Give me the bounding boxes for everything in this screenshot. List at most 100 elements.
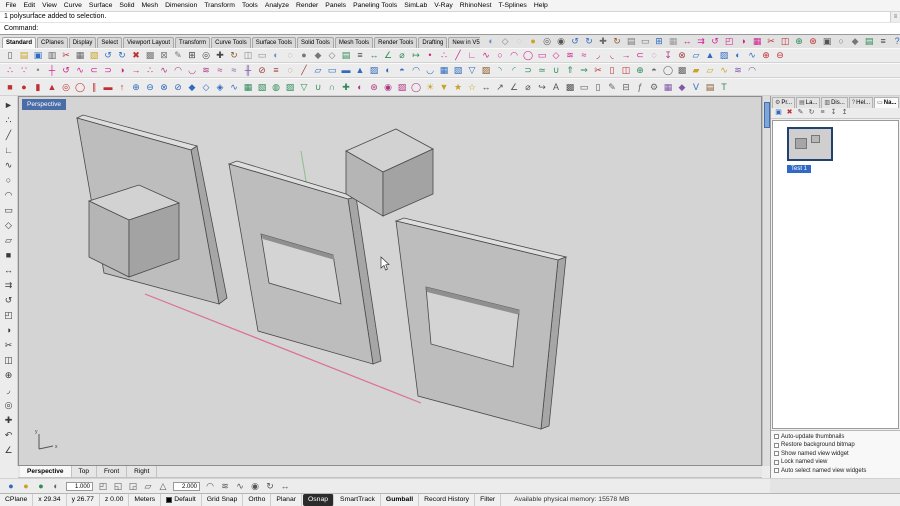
- named-view-icon[interactable]: ▭: [638, 35, 652, 48]
- network-surface-icon[interactable]: ▦: [437, 64, 451, 77]
- status-gumball[interactable]: Gumball: [381, 494, 420, 506]
- isocurve-icon[interactable]: ╫: [241, 64, 255, 77]
- select-points-icon[interactable]: ∴: [1, 113, 16, 128]
- wirecut-icon[interactable]: ∿: [227, 81, 241, 94]
- menu-file[interactable]: File: [2, 0, 20, 12]
- move-icon[interactable]: ↔: [680, 35, 694, 48]
- curve-from-object-icon[interactable]: ◌: [647, 49, 661, 62]
- sun-icon[interactable]: ☀: [423, 81, 437, 94]
- named-views-icon[interactable]: ▭: [255, 49, 269, 62]
- save-view-icon[interactable]: ▣: [773, 108, 784, 118]
- rendered-view-icon[interactable]: ●: [526, 35, 540, 48]
- join-tool-icon[interactable]: ⊕: [1, 368, 16, 383]
- spiral-icon[interactable]: ≋: [199, 64, 213, 77]
- skylight-icon[interactable]: ☆: [465, 81, 479, 94]
- circle-tool-icon[interactable]: ○: [1, 173, 16, 188]
- explode-icon[interactable]: ⊛: [806, 35, 820, 48]
- texture-icon[interactable]: ▨: [395, 81, 409, 94]
- option-restore-background-bitmap[interactable]: Restore background bitmap: [774, 441, 897, 450]
- simlab-icon[interactable]: ◆: [675, 81, 689, 94]
- point-light-icon[interactable]: ★: [451, 81, 465, 94]
- history-lock-icon[interactable]: ●: [19, 480, 33, 493]
- revolve-surface-icon[interactable]: ◐: [381, 64, 395, 77]
- shear-icon[interactable]: ▱: [141, 480, 155, 493]
- toolbar-tab-drafting[interactable]: Drafting: [418, 37, 448, 48]
- rotate-camera-icon[interactable]: ↻: [227, 49, 241, 62]
- chamfer-surface-icon[interactable]: ◜: [507, 64, 521, 77]
- trim-surface-icon[interactable]: ✂: [591, 64, 605, 77]
- toolbar-tab-display[interactable]: Display: [68, 37, 97, 48]
- cylinder-icon[interactable]: ▮: [31, 81, 45, 94]
- zoom-tool-icon[interactable]: ◎: [1, 398, 16, 413]
- extend-surface-icon[interactable]: ⇒: [577, 64, 591, 77]
- menu-tools[interactable]: Tools: [238, 0, 261, 12]
- mesh-box-icon[interactable]: ▧: [255, 81, 269, 94]
- blend-surface-icon[interactable]: ⊃: [521, 64, 535, 77]
- fillet-edge-icon[interactable]: ◆: [185, 81, 199, 94]
- radius-icon[interactable]: ⌀: [395, 49, 409, 62]
- points-grid-icon[interactable]: ∴: [437, 49, 451, 62]
- panel-tab-hel[interactable]: ? Hel...: [848, 97, 874, 108]
- script-icon[interactable]: ƒ: [633, 81, 647, 94]
- polygon-icon[interactable]: ◇: [549, 49, 563, 62]
- smash-icon[interactable]: ▱: [703, 64, 717, 77]
- toolbar-tab-select[interactable]: Select: [97, 37, 123, 48]
- undo-icon[interactable]: ↺: [101, 49, 115, 62]
- set-view-icon[interactable]: ▤: [624, 35, 638, 48]
- text-icon[interactable]: A: [549, 81, 563, 94]
- record-history-icon[interactable]: ●: [4, 480, 18, 493]
- menu-view[interactable]: View: [39, 0, 61, 12]
- undo-tool-icon[interactable]: ↶: [1, 428, 16, 443]
- cutting-plane-icon[interactable]: ▬: [339, 64, 353, 77]
- options-icon[interactable]: ⚙: [647, 81, 661, 94]
- named-view-thumbnail[interactable]: [787, 127, 833, 161]
- surface-edge-curves-icon[interactable]: ▭: [325, 64, 339, 77]
- zoom-selected-icon[interactable]: ◉: [554, 35, 568, 48]
- display-mode-icon[interactable]: ◐: [269, 49, 283, 62]
- select-window-icon[interactable]: ⊠: [157, 49, 171, 62]
- unlock-objects-icon[interactable]: ◇: [325, 49, 339, 62]
- extend-icon[interactable]: →: [619, 49, 633, 62]
- offset-surface-icon[interactable]: ⇑: [563, 64, 577, 77]
- points-off-icon[interactable]: •: [31, 64, 45, 77]
- polyline-tool-icon[interactable]: ∟: [1, 143, 16, 158]
- extract-wireframe-icon[interactable]: ╱: [297, 64, 311, 77]
- rotate-view-icon[interactable]: ↻: [610, 35, 624, 48]
- undo-view-icon[interactable]: ↺: [568, 35, 582, 48]
- spotlight-icon[interactable]: ▼: [437, 81, 451, 94]
- bend-icon[interactable]: ◠: [745, 64, 759, 77]
- option-auto-select-named-view-widgets[interactable]: Auto select named view widgets: [774, 467, 897, 476]
- surface-tool-icon[interactable]: ▱: [1, 233, 16, 248]
- patch-icon[interactable]: ▧: [451, 64, 465, 77]
- environment-icon[interactable]: ◯: [409, 81, 423, 94]
- lock-icon[interactable]: ◆: [848, 35, 862, 48]
- project-icon[interactable]: ↧: [661, 49, 675, 62]
- named-views-list[interactable]: Test 1: [772, 120, 899, 429]
- toolbar-tab-render-tools[interactable]: Render Tools: [374, 37, 418, 48]
- zoom-extents-icon[interactable]: ◎: [540, 35, 554, 48]
- move-tool-icon[interactable]: ↔: [1, 263, 16, 278]
- toolbar-tab-new-in-v5[interactable]: New in V5: [448, 37, 481, 48]
- flow-tool-icon[interactable]: ∿: [233, 480, 247, 493]
- cplane-icon[interactable]: ⊞: [652, 35, 666, 48]
- tween-curves-icon[interactable]: ≈: [213, 64, 227, 77]
- panel-tab-dis[interactable]: ▥ Dis...: [821, 97, 848, 108]
- flow-icon[interactable]: ∿: [717, 64, 731, 77]
- rebuild-icon[interactable]: ↺: [59, 64, 73, 77]
- viewport-tab-top[interactable]: Top: [72, 466, 97, 477]
- shell-icon[interactable]: ◯: [661, 64, 675, 77]
- box-icon[interactable]: ■: [3, 81, 17, 94]
- panel-tab-na[interactable]: ▭ Na...: [874, 97, 900, 108]
- status-filter[interactable]: Filter: [475, 494, 502, 506]
- pan-tool-icon[interactable]: ✚: [1, 413, 16, 428]
- loft-surface-icon[interactable]: ▨: [367, 64, 381, 77]
- scale-tool-icon[interactable]: ◰: [1, 308, 16, 323]
- layers-icon[interactable]: ▤: [339, 49, 353, 62]
- shade-view-icon[interactable]: ◐: [484, 35, 498, 48]
- new-file-icon[interactable]: ▯: [3, 49, 17, 62]
- cone-icon[interactable]: ▲: [45, 81, 59, 94]
- hatch-icon[interactable]: ▩: [563, 81, 577, 94]
- distance-icon[interactable]: ↔: [367, 49, 381, 62]
- open-file-icon[interactable]: ▤: [17, 49, 31, 62]
- array-icon[interactable]: ▦: [750, 35, 764, 48]
